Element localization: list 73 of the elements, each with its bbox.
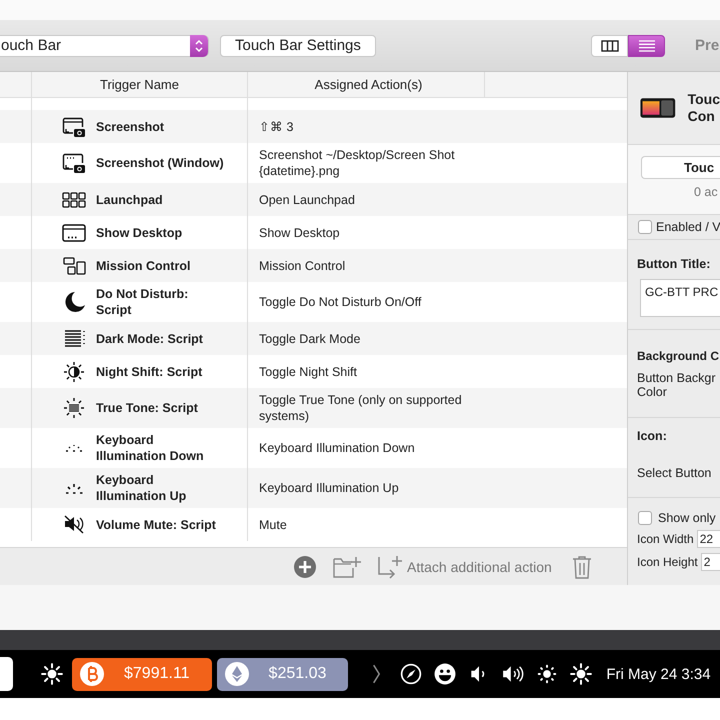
enabled-checkbox[interactable] [638,220,652,234]
attach-action-button[interactable]: Attach additional action [377,554,552,578]
trigger-name: Keyboard Illumination Up [96,472,188,504]
night-icon [62,360,86,382]
columns-icon [600,40,618,52]
attach-icon [377,554,403,578]
assigned-action: Toggle Dark Mode [259,330,362,346]
moon-icon [64,292,84,312]
show-only-checkbox[interactable] [638,511,652,525]
trigger-name: Launchpad [96,192,164,208]
background-color-label: Button Backgr [637,371,717,385]
background-color-label: Color [637,385,668,399]
icon-height-field[interactable]: 2 [700,553,720,571]
column-header[interactable]: Trigger Name [32,72,248,97]
trash-icon[interactable] [572,554,592,578]
stepper-icon [190,34,208,56]
assigned-action: Mute [259,516,288,532]
preset-dropdown[interactable]: ouch Bar [0,34,209,56]
trigger-name: True Tone: Script [96,400,199,416]
trigger-name: Keyboard Illumination Down [96,432,205,464]
list-icon [638,40,656,52]
coin-icon [80,662,104,686]
trigger-name: Night Shift: Script [96,364,204,380]
touch-bar-settings-button[interactable]: Touch Bar Settings [220,34,376,56]
date-time: Fri May 24 3:34 [606,666,711,682]
brightness-icon[interactable] [41,663,63,685]
desktop-icon [62,224,86,242]
trigger-name: Volume Mute: Script [96,516,217,532]
assigned-action: Toggle Do Not Disturb On/Off [259,294,422,310]
touch-bar-key[interactable] [0,657,13,691]
assigned-action: Mission Control [259,258,346,274]
column-header[interactable]: Assigned Action(s) [248,72,485,97]
folder-add-icon[interactable] [333,554,361,578]
list-view-button[interactable] [628,34,665,56]
trigger-name: Dark Mode: Script [96,330,204,346]
action-count: 0 ac [693,185,719,199]
screenshot-window-icon [62,152,86,174]
trigger-name: Screenshot [96,118,166,134]
assigned-action: Keyboard Illumination Down [259,440,416,456]
section-label: Icon: [637,429,668,443]
brightness-small-icon[interactable] [536,663,558,685]
screenshot-icon [62,116,86,138]
smiley-icon[interactable] [434,663,456,685]
assigned-action: Open Launchpad [259,192,356,208]
section-label: Button Title: [637,257,712,271]
touch-bar-button[interactable]: Touc [641,156,720,179]
trigger-type-title: Con [688,108,716,125]
trigger-name: Do Not Disturb: Script [96,286,190,318]
coin-icon [224,662,249,686]
assigned-action: Toggle Night Shift [259,364,358,380]
mute-icon [64,515,84,534]
touch-bar-icon [640,96,676,120]
add-icon[interactable] [293,554,317,578]
assigned-action: Toggle True Tone (only on supported systems) [259,392,463,424]
compass-icon[interactable] [400,663,422,685]
brightness-icon[interactable] [570,663,592,685]
columns-view-button[interactable] [591,34,628,56]
field-label: Icon Height [637,555,698,569]
button-title-field[interactable]: GC-BTT PRC [640,279,720,317]
assigned-action: Screenshot ~/Desktop/Screen Shot {datetime}.png [259,147,456,179]
field-label: Icon Width [637,532,694,546]
launchpad-icon [62,192,86,208]
trigger-name: Screenshot (Window) [96,155,225,171]
trigger-name: Mission Control [96,258,192,274]
assigned-action: Keyboard Illumination Up [259,480,400,496]
section-label: Background C [637,349,720,363]
assigned-action: Show Desktop [259,224,341,240]
select-icon-label: Select Button [637,466,712,480]
icon-width-field[interactable]: 22 [696,530,720,548]
trigger-type-title: Touc [688,91,720,108]
assigned-action: ⇧⌘ 3 [259,118,294,134]
checkbox-label: Show only [658,511,716,525]
trigger-name: Show Desktop [96,224,184,240]
